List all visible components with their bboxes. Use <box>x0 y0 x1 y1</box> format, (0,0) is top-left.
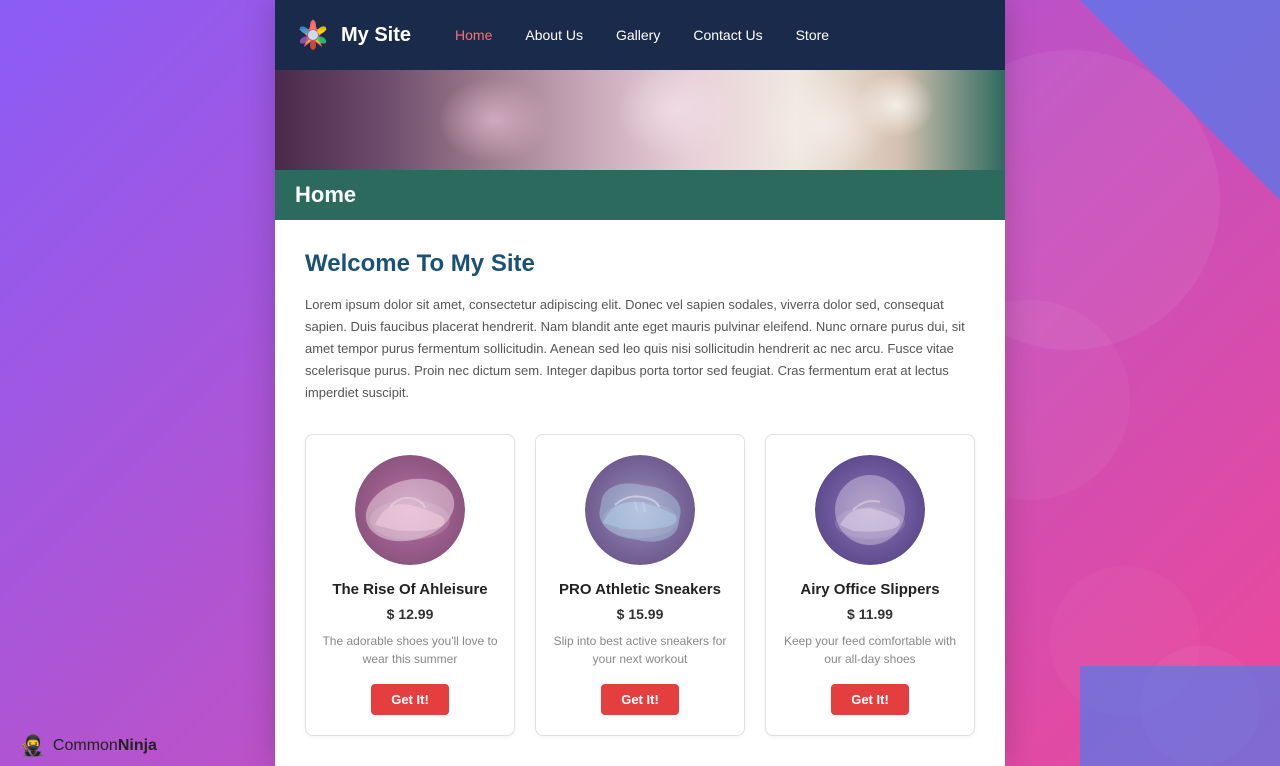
nav-item-about: About Us <box>511 19 597 51</box>
product-image-wrapper-3 <box>815 455 925 565</box>
brand-link[interactable]: My Site <box>295 17 411 53</box>
product-image-wrapper-1 <box>355 455 465 565</box>
navbar: My Site Home About Us Gallery Contact Us… <box>275 0 1005 70</box>
page-title-bar: Home <box>275 170 1005 220</box>
product-name-2: PRO Athletic Sneakers <box>552 581 728 598</box>
product-image-1 <box>355 455 465 565</box>
product-card-3: Airy Office Slippers $ 11.99 Keep your f… <box>765 434 975 736</box>
footer-brand-text: CommonNinja <box>53 737 157 755</box>
product-price-1: $ 12.99 <box>322 606 498 622</box>
product-card-1: The Rise Of Ahleisure $ 12.99 The adorab… <box>305 434 515 736</box>
brand-logo-icon <box>295 17 331 53</box>
nav-link-about[interactable]: About Us <box>511 19 597 51</box>
nav-list: Home About Us Gallery Contact Us Store <box>441 19 843 51</box>
nav-item-store: Store <box>782 19 843 51</box>
nav-item-gallery: Gallery <box>602 19 674 51</box>
shoe-svg-3 <box>815 455 925 565</box>
intro-text: Lorem ipsum dolor sit amet, consectetur … <box>305 294 975 404</box>
page-title: Home <box>295 182 985 208</box>
product-price-2: $ 15.99 <box>552 606 728 622</box>
get-it-button-3[interactable]: Get It! <box>831 684 909 715</box>
shoe-svg-2 <box>585 455 695 565</box>
nav-link-gallery[interactable]: Gallery <box>602 19 674 51</box>
product-image-3 <box>815 455 925 565</box>
nav-link-home[interactable]: Home <box>441 19 506 51</box>
nav-item-home: Home <box>441 19 506 51</box>
hero-image <box>275 70 1005 170</box>
shoe-svg-1 <box>355 455 465 565</box>
get-it-button-1[interactable]: Get It! <box>371 684 449 715</box>
product-card-2: PRO Athletic Sneakers $ 15.99 Slip into … <box>535 434 745 736</box>
products-grid: The Rise Of Ahleisure $ 12.99 The adorab… <box>305 434 975 736</box>
brand-name: My Site <box>341 24 411 47</box>
product-desc-1: The adorable shoes you'll love to wear t… <box>322 632 498 668</box>
nav-link-contact[interactable]: Contact Us <box>679 19 776 51</box>
product-name-3: Airy Office Slippers <box>782 581 958 598</box>
product-desc-3: Keep your feed comfortable with our all-… <box>782 632 958 668</box>
main-container: My Site Home About Us Gallery Contact Us… <box>275 0 1005 766</box>
footer-brand-bold: Ninja <box>118 737 157 754</box>
content-area: Welcome To My Site Lorem ipsum dolor sit… <box>275 220 1005 766</box>
product-name-1: The Rise Of Ahleisure <box>322 581 498 598</box>
product-image-wrapper-2 <box>585 455 695 565</box>
product-price-3: $ 11.99 <box>782 606 958 622</box>
welcome-title: Welcome To My Site <box>305 250 975 278</box>
footer-logo: 🥷 CommonNinja <box>20 733 157 758</box>
hero-banner <box>275 70 1005 170</box>
product-image-2 <box>585 455 695 565</box>
nav-link-store[interactable]: Store <box>782 19 843 51</box>
product-desc-2: Slip into best active sneakers for your … <box>552 632 728 668</box>
get-it-button-2[interactable]: Get It! <box>601 684 679 715</box>
ninja-icon: 🥷 <box>20 733 45 758</box>
nav-item-contact: Contact Us <box>679 19 776 51</box>
